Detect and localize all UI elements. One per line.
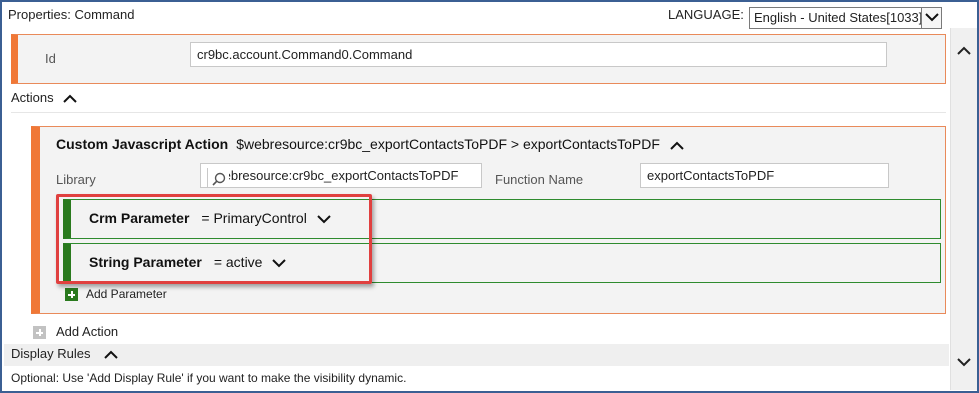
- function-name-input[interactable]: exportContactsToPDF: [640, 163, 889, 188]
- highlight-annotation-box: [56, 194, 372, 284]
- action-title-row[interactable]: Custom Javascript Action $webresource:cr9…: [56, 136, 684, 152]
- display-rules-section-header[interactable]: Display Rules: [4, 344, 949, 366]
- scroll-down-arrow-icon[interactable]: [957, 358, 971, 367]
- scroll-up-arrow-icon[interactable]: [957, 46, 971, 55]
- id-label: Id: [45, 51, 56, 66]
- chevron-down-icon: [925, 13, 939, 22]
- language-dropdown-button[interactable]: [921, 8, 941, 28]
- library-input[interactable]: $webresource:cr9bc_exportContactsToPDF: [200, 163, 482, 188]
- actions-header-label: Actions: [11, 90, 54, 105]
- action-type-label: Custom Javascript Action: [56, 136, 229, 152]
- language-label: LANGUAGE:: [668, 7, 744, 22]
- chevron-up-icon[interactable]: [670, 141, 684, 150]
- divider: [11, 112, 946, 113]
- vertical-scrollbar[interactable]: [950, 28, 977, 390]
- add-parameter-button[interactable]: Add Parameter: [65, 287, 167, 305]
- library-value: $webresource:cr9bc_exportContactsToPDF: [207, 168, 459, 183]
- window-title: Properties: Command: [8, 7, 135, 22]
- action-path: $webresource:cr9bc_exportContactsToPDF >…: [236, 136, 660, 152]
- add-action-label: Add Action: [56, 324, 119, 339]
- chevron-up-icon[interactable]: [63, 94, 77, 103]
- function-name-value: exportContactsToPDF: [647, 168, 775, 183]
- display-rules-hint: Optional: Use 'Add Display Rule' if you …: [11, 371, 407, 385]
- plus-icon: [65, 288, 78, 302]
- properties-window: Properties: Command LANGUAGE: English - …: [0, 0, 979, 393]
- function-name-label: Function Name: [495, 172, 584, 187]
- chevron-up-icon[interactable]: [104, 350, 118, 359]
- language-select[interactable]: English - United States[1033]: [749, 7, 942, 29]
- id-panel: Id cr9bc.account.Command0.Command: [11, 34, 946, 84]
- search-icon: [212, 172, 226, 186]
- language-selected-value: English - United States[1033]: [754, 10, 923, 25]
- library-lookup-button[interactable]: [207, 168, 229, 187]
- add-action-button[interactable]: Add Action: [33, 324, 119, 340]
- title-bar: Properties: Command LANGUAGE: English - …: [4, 4, 949, 29]
- display-rules-header-label: Display Rules: [11, 346, 91, 361]
- library-label: Library: [56, 172, 96, 187]
- actions-section-header[interactable]: Actions: [11, 90, 77, 110]
- plus-icon: [33, 326, 46, 340]
- id-value: cr9bc.account.Command0.Command: [197, 47, 413, 62]
- id-input[interactable]: cr9bc.account.Command0.Command: [190, 42, 887, 67]
- add-parameter-label: Add Parameter: [86, 287, 167, 301]
